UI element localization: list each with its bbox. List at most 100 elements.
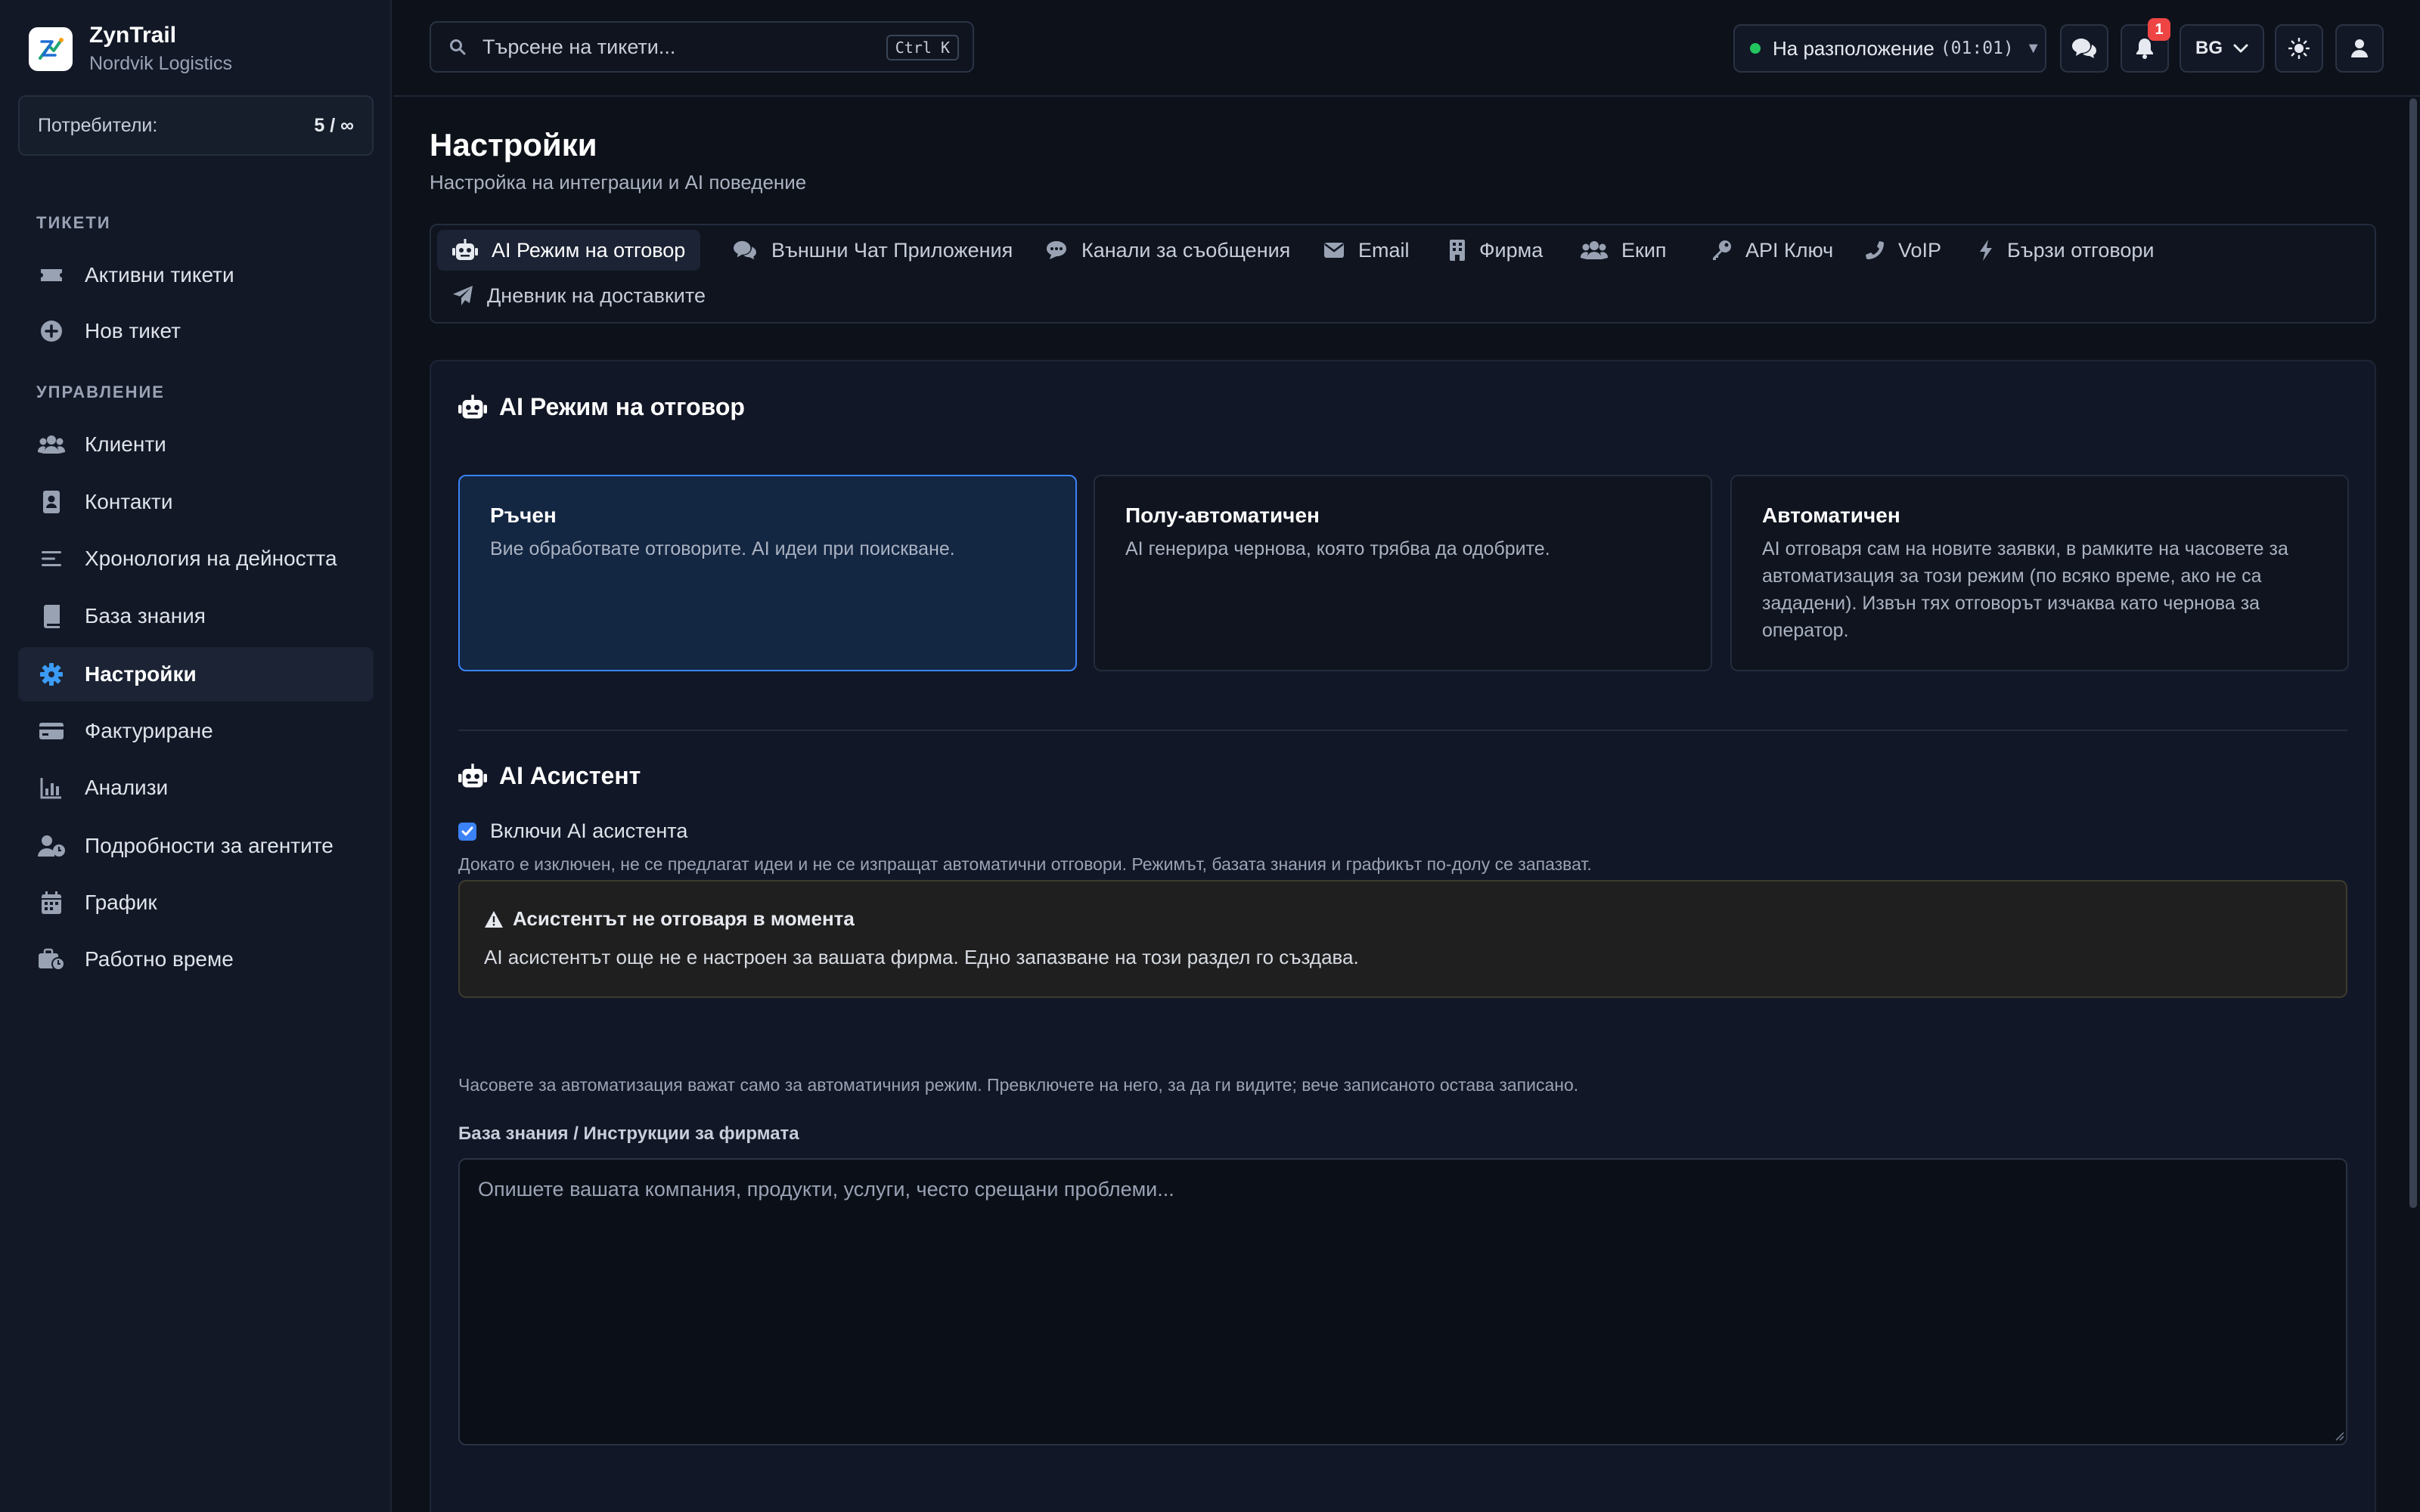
notification-badge: 1 [2148,18,2170,41]
sidebar-item-label: Клиенти [85,432,166,456]
sidebar-item-knowledge-base[interactable]: База знания [18,589,374,643]
users-quota: Потребители: 5 / ∞ [18,95,374,156]
language-value: BG [2195,38,2223,58]
tab-quick-replies[interactable]: Бързи отговори [1963,230,2169,271]
user-menu-button[interactable] [2335,24,2384,73]
ticket-search[interactable]: Ctrl K [430,21,974,73]
tab-voip[interactable]: VoIP [1850,230,1956,271]
tab-label: Бързи отговори [2007,238,2155,262]
search-icon [449,39,466,55]
availability-status-dropdown[interactable]: На разположение (01:01) ▼ [1733,24,2046,73]
sidebar-item-schedule[interactable]: График [18,875,374,930]
mode-description: Вие обработвате отговорите. AI идеи при … [490,538,955,559]
enable-assistant-label: Включи AI асистента [490,820,688,842]
sidebar-item-label: Контакти [85,490,173,513]
sidebar-item-label: Активни тикети [85,263,234,287]
search-shortcut: Ctrl K [886,35,959,60]
sidebar-item-analytics[interactable]: Анализи [18,761,374,815]
knowledge-base-textarea[interactable] [458,1158,2347,1445]
scrollbar-thumb[interactable] [2409,98,2417,1208]
tab-ai-mode[interactable]: AI Режим на отговор [437,230,701,271]
warning-icon [484,910,504,928]
sidebar-item-clients[interactable]: Клиенти [18,417,374,472]
chart-icon [36,773,67,803]
sidebar-item-working-hours[interactable]: Работно време [18,932,374,987]
language-select[interactable]: BG [2180,24,2264,73]
sidebar-item-label: Хронология на дейността [85,547,337,570]
warning-title: Асистентът не отговаря в момента [513,907,855,930]
sidebar-item-billing[interactable]: Фактуриране [18,704,374,758]
section-title-management: УПРАВЛЕНИЕ [36,383,165,401]
book-icon [36,601,67,631]
tab-team[interactable]: Екип [1565,230,1682,271]
status-label: На разположение [1773,36,1934,60]
theme-toggle-button[interactable] [2275,24,2323,73]
warning-text: AI асистентът още не е настроен за вашат… [484,946,1359,968]
caret-down-icon: ▼ [2025,39,2041,57]
brand-name: ZynTrail [89,23,177,48]
chat-button[interactable] [2060,24,2108,73]
tab-api-key[interactable]: API Ключ [1696,230,1848,271]
sidebar-item-activity[interactable]: Хронология на дейността [18,531,374,586]
tab-external-chat-apps[interactable]: Външни Чат Приложения [717,230,1028,271]
sidebar-item-label: График [85,891,157,914]
robot-icon [452,239,478,262]
tab-email[interactable]: Email [1308,230,1425,271]
robot-icon [458,394,487,420]
robot-icon [458,763,487,789]
mode-description: AI генерира чернова, която трябва да одо… [1125,538,1550,559]
settings-tabs: AI Режим на отговор Външни Чат Приложени… [430,224,2376,324]
envelope-icon [1323,242,1345,259]
sidebar-item-label: Подробности за агентите [85,834,334,857]
team-icon [1581,240,1608,261]
mode-title: Полу-автоматичен [1125,503,1320,527]
sidebar-item-settings[interactable]: Настройки [18,647,374,702]
mode-title: Автоматичен [1762,503,1900,527]
enable-assistant-checkbox[interactable] [458,822,476,841]
key-icon [1711,240,1732,261]
ticket-icon [36,260,67,290]
mode-option-manual[interactable]: Ръчен Вие обработвате отговорите. AI иде… [458,475,1077,671]
tab-label: Външни Чат Приложения [771,238,1013,262]
users-icon [36,429,67,460]
tab-company[interactable]: Фирма [1434,230,1558,271]
search-input[interactable] [482,35,876,59]
mode-option-automatic[interactable]: Автоматичен AI отговаря сам на новите за… [1730,475,2349,671]
sidebar-item-label: Настройки [85,662,197,686]
tab-delivery-log[interactable]: Дневник на доставките [437,275,721,316]
enable-assistant-toggle[interactable]: Включи AI асистента [458,820,687,843]
resize-grip-icon[interactable] [2334,1430,2344,1441]
sidebar-item-label: База знания [85,604,206,627]
bolt-icon [1978,239,1993,262]
gear-icon [36,659,67,689]
brand[interactable]: ZynTrail Nordvik Logistics [29,23,232,76]
assistant-warning: Асистентът не отговаря в момента AI асис… [458,880,2347,998]
section-title-tickets: ТИКЕТИ [36,213,111,232]
users-count: 5 / ∞ [314,114,354,136]
assistant-toggle-hint: Докато е изключен, не се предлагат идеи … [458,854,1592,874]
mode-title: Ръчен [490,503,557,527]
tab-label: Канали за съобщения [1081,238,1291,262]
sidebar-item-active-tickets[interactable]: Активни тикети [18,248,374,302]
address-book-icon [36,487,67,517]
mode-option-semi-auto[interactable]: Полу-автоматичен AI генерира чернова, ко… [1094,475,1712,671]
sidebar-item-label: Работно време [85,947,234,971]
tab-message-channels[interactable]: Канали за съобщения [1030,230,1305,271]
ai-assistant-heading-text: AI Асистент [499,762,641,789]
tab-label: AI Режим на отговор [492,238,686,262]
phone-icon [1865,240,1885,260]
notifications-button[interactable]: 1 [2121,18,2170,73]
chevron-down-icon [2233,44,2248,53]
sidebar-item-contacts[interactable]: Контакти [18,475,374,529]
sidebar-item-new-ticket[interactable]: Нов тикет [18,304,374,358]
ai-mode-heading: AI Режим на отговор [458,393,745,421]
sidebar-item-agent-details[interactable]: Подробности за агентите [18,819,374,873]
status-dot [1750,43,1761,54]
tab-label: VoIP [1898,238,1942,262]
sun-icon [2288,38,2310,59]
briefcase-clock-icon [36,944,67,974]
tab-label: Email [1358,238,1410,262]
automation-hours-hint: Часовете за автоматизация важат само за … [458,1075,1579,1095]
paper-plane-icon [452,285,473,306]
tab-label: Дневник на доставките [487,284,706,307]
